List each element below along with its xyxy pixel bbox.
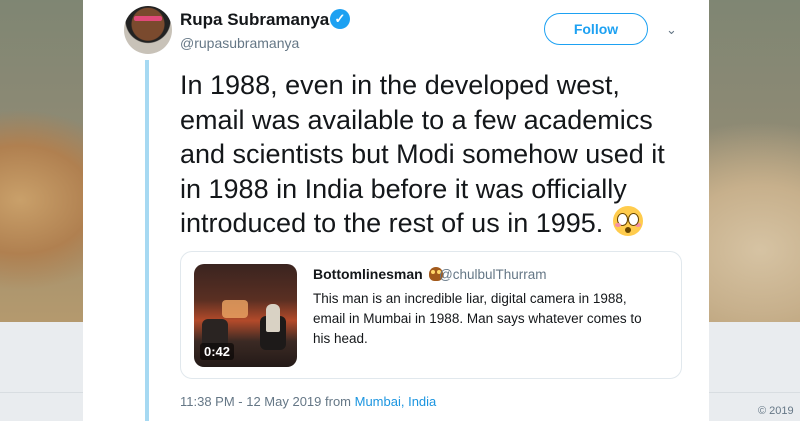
quoted-tweet-text: This man is an incredible liar, digital … bbox=[313, 291, 642, 346]
quoted-author-handle[interactable]: @chulbulThurram bbox=[439, 267, 547, 282]
tweet-card: Rupa Subramanya ✓ @rupasubramanya Follow… bbox=[83, 0, 709, 421]
quoted-tweet[interactable]: 0:42 Bottomlinesman @chulbulThurram This… bbox=[180, 251, 682, 379]
tweet-text: In 1988, even in the developed west, ema… bbox=[180, 68, 680, 241]
tweet-location-link[interactable]: Mumbai, India bbox=[355, 394, 437, 409]
tweet-metadata: 11:38 PM - 12 May 2019 from Mumbai, Indi… bbox=[180, 394, 436, 409]
author-handle[interactable]: @rupasubramanya bbox=[180, 35, 299, 51]
tweet-body: In 1988, even in the developed west, ema… bbox=[180, 70, 665, 238]
chevron-down-icon[interactable]: ⌄ bbox=[666, 22, 677, 38]
copyright-text: © 2019 bbox=[758, 405, 794, 417]
tweet-timestamp[interactable]: 11:38 PM - 12 May 2019 from bbox=[180, 394, 355, 409]
author-avatar[interactable] bbox=[124, 6, 172, 54]
quoted-author-name-text: Bottomlinesman bbox=[313, 266, 423, 282]
follow-button[interactable]: Follow bbox=[544, 13, 648, 45]
flushed-face-icon bbox=[612, 206, 643, 236]
thread-line bbox=[145, 60, 149, 421]
quoted-author-name[interactable]: Bottomlinesman bbox=[313, 266, 443, 282]
video-duration: 0:42 bbox=[200, 343, 235, 360]
video-thumbnail[interactable]: 0:42 bbox=[194, 264, 297, 367]
verified-badge-icon: ✓ bbox=[330, 9, 350, 29]
author-name[interactable]: Rupa Subramanya bbox=[180, 10, 329, 30]
